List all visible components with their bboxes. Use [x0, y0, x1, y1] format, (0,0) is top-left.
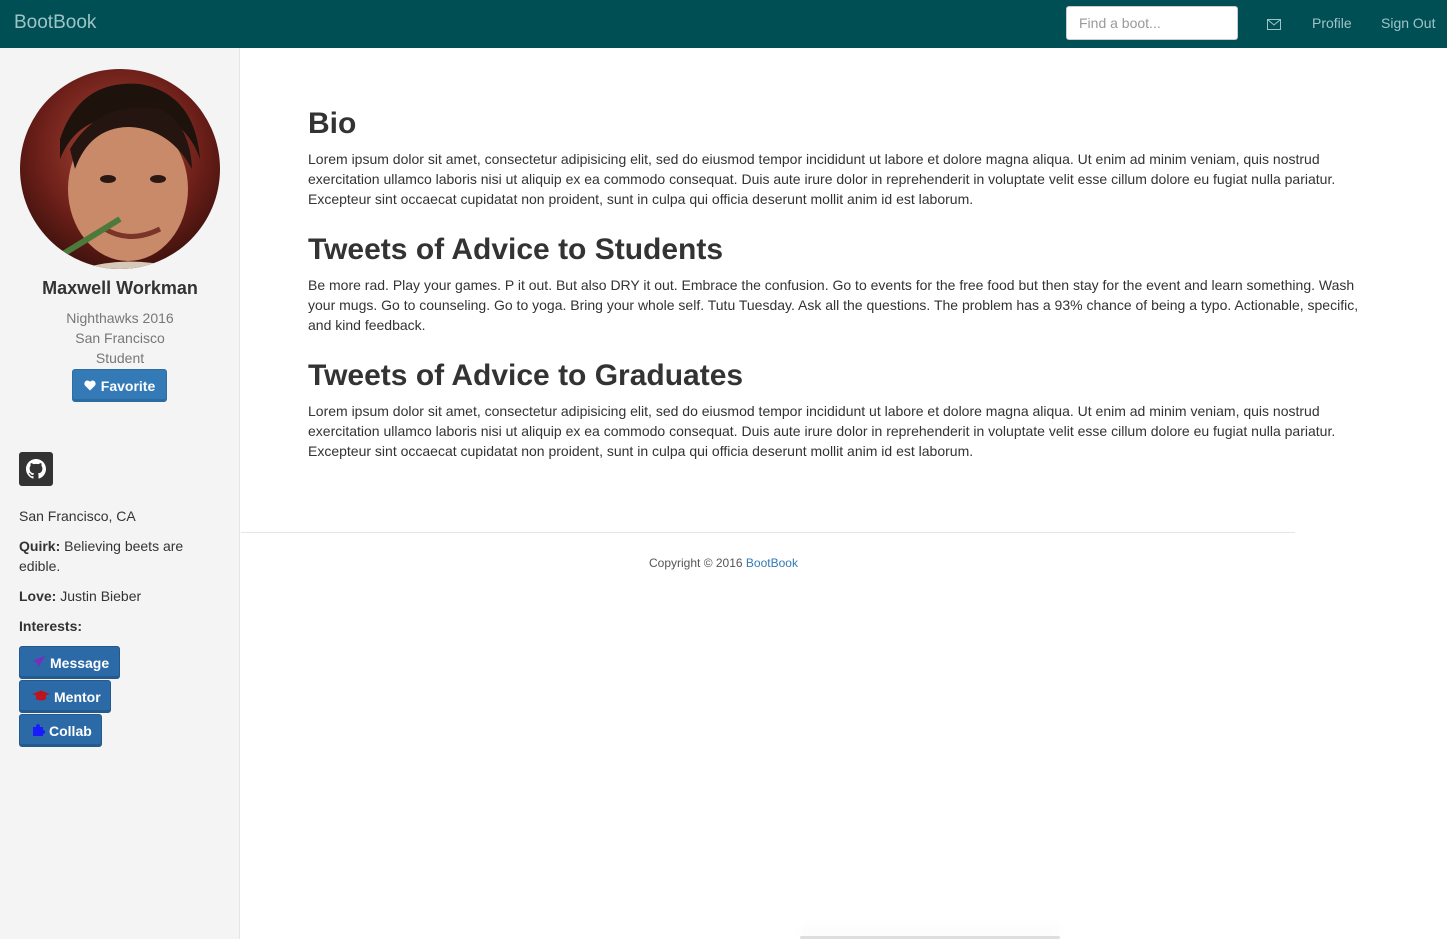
- section-title: Tweets of Advice to Graduates: [308, 359, 744, 392]
- graduation-cap-icon: [32, 689, 50, 705]
- favorite-button[interactable]: Favorite: [72, 369, 167, 402]
- favorite-label: Favorite: [100, 377, 156, 394]
- footer: Copyright © 2016 BootBook: [649, 556, 798, 570]
- profile-name: Maxwell Workman: [42, 278, 198, 298]
- message-button[interactable]: Message: [19, 646, 120, 679]
- profile-location: San Francisco, CA: [19, 508, 136, 524]
- paper-plane-icon: [32, 655, 46, 671]
- profile-quirk: Quirk: Believing beets are edible.: [19, 536, 219, 576]
- heart-icon: [84, 378, 96, 394]
- graduates-advice-section: Tweets of Advice to Graduates Lorem ipsu…: [308, 357, 1378, 461]
- top-navbar: BootBook Profile Sign Out: [0, 0, 1447, 48]
- love-label: Love:: [19, 588, 57, 604]
- search-input[interactable]: [1066, 6, 1238, 40]
- section-title: Tweets of Advice to Students: [308, 233, 724, 266]
- copyright-text: Copyright © 2016: [649, 556, 743, 570]
- mentor-button[interactable]: Mentor: [19, 680, 111, 713]
- envelope-icon[interactable]: [1267, 17, 1281, 30]
- nav-profile-link[interactable]: Profile: [1312, 15, 1352, 31]
- footer-brand-link[interactable]: BootBook: [746, 556, 798, 570]
- profile-cohort: Nighthawks 2016: [66, 310, 174, 326]
- github-icon[interactable]: [19, 452, 53, 486]
- interests-label: Interests:: [19, 618, 83, 634]
- collab-label: Collab: [49, 722, 92, 739]
- students-advice-section: Tweets of Advice to Students Be more rad…: [308, 231, 1378, 335]
- avatar: [20, 69, 220, 269]
- love-value: Justin Bieber: [60, 588, 142, 604]
- profile-love: Love: Justin Bieber: [19, 586, 219, 606]
- section-body: Be more rad. Play your games. P it out. …: [308, 277, 1359, 333]
- section-body: Lorem ipsum dolor sit amet, consectetur …: [308, 403, 1336, 459]
- brand-link[interactable]: BootBook: [14, 12, 96, 34]
- main-content: Bio Lorem ipsum dolor sit amet, consecte…: [308, 105, 1378, 483]
- quirk-label: Quirk:: [19, 538, 61, 554]
- profile-sidebar: Maxwell Workman Nighthawks 2016 San Fran…: [0, 48, 240, 939]
- bio-section: Bio Lorem ipsum dolor sit amet, consecte…: [308, 105, 1378, 209]
- section-title: Bio: [308, 107, 357, 140]
- message-label: Message: [50, 654, 110, 671]
- mentor-label: Mentor: [54, 688, 101, 705]
- collab-button[interactable]: Collab: [19, 714, 102, 747]
- footer-divider: [241, 532, 1295, 533]
- profile-role: Student: [95, 350, 145, 366]
- profile-city: San Francisco: [75, 330, 165, 346]
- puzzle-icon: [32, 723, 45, 739]
- section-body: Lorem ipsum dolor sit amet, consectetur …: [308, 151, 1336, 207]
- nav-signout-link[interactable]: Sign Out: [1381, 15, 1435, 31]
